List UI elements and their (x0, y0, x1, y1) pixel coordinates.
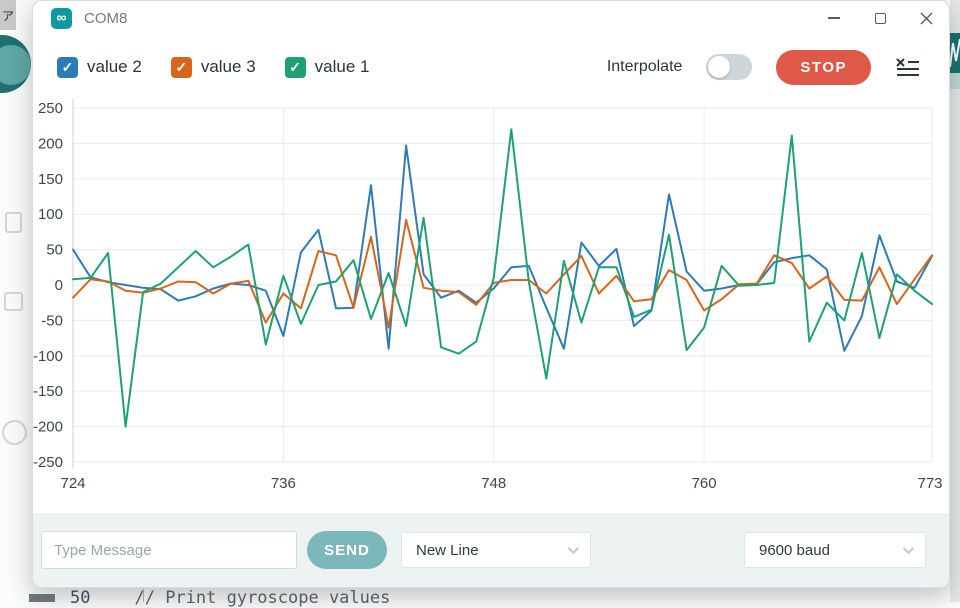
value1-checkbox[interactable] (285, 57, 306, 78)
chevron-down-icon (903, 543, 914, 554)
message-input[interactable] (41, 531, 297, 569)
line-ending-select[interactable]: New Line (401, 532, 591, 568)
code-comment: // Print gyroscope values (134, 588, 390, 608)
svg-text:0: 0 (55, 277, 63, 294)
sidebar-ghost-icon (5, 212, 22, 233)
svg-text:50: 50 (46, 242, 63, 259)
svg-text:-250: -250 (33, 454, 63, 471)
close-button[interactable] (903, 3, 949, 33)
clear-chart-icon[interactable] (895, 55, 921, 79)
send-button[interactable]: SEND (307, 531, 387, 569)
value3-checkbox[interactable] (171, 57, 192, 78)
message-bar: SEND New Line 9600 baud (33, 513, 949, 587)
svg-text:200: 200 (38, 135, 63, 152)
legend-item-value2[interactable]: value 2 (57, 57, 142, 78)
legend-label: value 3 (201, 57, 256, 77)
minimize-button[interactable] (811, 3, 857, 33)
svg-text:-200: -200 (33, 419, 63, 436)
svg-text:724: 724 (60, 475, 85, 492)
legend-label: value 2 (87, 57, 142, 77)
legend: value 2 value 3 value 1 (57, 57, 369, 78)
plot-thumbnail-icon (950, 33, 960, 73)
plotter-header: value 2 value 3 value 1 Interpolate STOP (57, 47, 921, 87)
interpolate-label: Interpolate (607, 58, 683, 76)
svg-text:773: 773 (917, 475, 942, 492)
serial-plotter-chart: -250 -200 -150 -100 -50 0 50 100 150 200 250 724 736… (33, 89, 951, 501)
toggle-knob (708, 56, 730, 78)
editor-corner (29, 594, 55, 602)
indent-guide (143, 589, 144, 602)
close-icon (920, 12, 933, 25)
line-number: 50 (70, 588, 90, 608)
legend-item-value3[interactable]: value 3 (171, 57, 256, 78)
svg-text:748: 748 (481, 475, 506, 492)
baud-rate-select[interactable]: 9600 baud (744, 532, 926, 568)
maximize-button[interactable] (857, 3, 903, 33)
code-editor-line: 50 // Print gyroscope values (70, 588, 390, 608)
svg-text:150: 150 (38, 171, 63, 188)
sidebar-ghost-icon (4, 292, 23, 311)
window-title: COM8 (84, 10, 127, 27)
value2-checkbox[interactable] (57, 57, 78, 78)
window-controls (811, 3, 949, 33)
legend-item-value1[interactable]: value 1 (285, 57, 370, 78)
arduino-cloud-logo (0, 35, 31, 93)
sidebar-ghost-icon (2, 420, 27, 445)
legend-label: value 1 (315, 57, 370, 77)
svg-text:-50: -50 (41, 312, 63, 329)
titlebar[interactable]: COM8 (33, 1, 949, 35)
plotter-controls: Interpolate STOP (607, 50, 921, 85)
baud-rate-value: 9600 baud (759, 542, 830, 559)
svg-text:-100: -100 (33, 348, 63, 365)
chevron-down-icon (568, 543, 579, 554)
svg-text:-150: -150 (33, 383, 63, 400)
svg-text:736: 736 (271, 475, 296, 492)
stop-button[interactable]: STOP (776, 50, 871, 85)
background-right-edge (950, 0, 960, 602)
svg-text:760: 760 (692, 475, 717, 492)
serial-plotter-window: COM8 value 2 value 3 value 1 (32, 0, 950, 588)
svg-text:100: 100 (38, 206, 63, 223)
svg-text:250: 250 (38, 100, 63, 117)
logo-arc (0, 45, 31, 85)
line-ending-value: New Line (416, 542, 479, 559)
background-strip (950, 73, 960, 89)
ime-indicator: ア (0, 0, 16, 30)
arduino-infinity-icon (51, 8, 72, 29)
interpolate-toggle[interactable] (706, 54, 752, 80)
maximize-icon (875, 13, 886, 24)
minimize-icon (828, 17, 840, 19)
